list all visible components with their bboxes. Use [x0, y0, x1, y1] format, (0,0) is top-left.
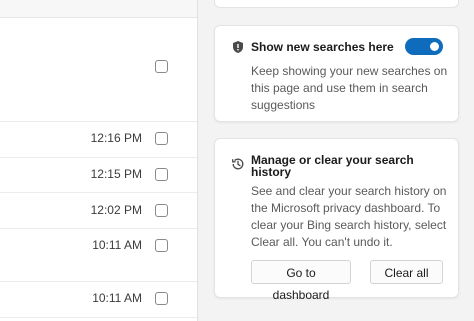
row-time: 10:11 AM — [92, 291, 142, 305]
history-icon — [231, 158, 244, 170]
manage-history-title: Manage or clear your search history — [251, 153, 414, 179]
row-checkbox[interactable] — [155, 239, 168, 252]
toggle-knob — [430, 42, 439, 51]
row-checkbox[interactable] — [155, 132, 168, 145]
history-row[interactable]: 12:16 PM — [0, 121, 197, 158]
row-checkbox[interactable] — [155, 60, 168, 73]
row-checkbox[interactable] — [155, 292, 168, 305]
row-checkbox[interactable] — [155, 168, 168, 181]
row-time: 12:15 PM — [90, 167, 142, 181]
list-header-bar — [0, 0, 197, 18]
show-new-searches-title: Show new searches here — [251, 40, 394, 54]
settings-pane: Show new searches here Keep showing your… — [200, 0, 474, 321]
show-new-searches-description: Keep showing your new searches on this p… — [251, 64, 448, 112]
history-row[interactable] — [0, 18, 197, 122]
history-row[interactable]: 12:15 PM — [0, 157, 197, 193]
show-new-searches-card: Show new searches here Keep showing your… — [214, 25, 459, 122]
go-to-dashboard-button[interactable]: Go to dashboard — [251, 260, 351, 302]
history-row[interactable]: 12:02 PM — [0, 192, 197, 229]
history-row[interactable]: 10:11 AM — [0, 281, 197, 318]
row-time: 12:16 PM — [90, 131, 142, 145]
history-list: 12:16 PM 12:15 PM 12:02 PM 10:11 AM 10:1… — [0, 0, 198, 321]
shield-icon — [233, 41, 243, 53]
row-time: 10:11 AM — [92, 238, 142, 252]
row-checkbox[interactable] — [155, 204, 168, 217]
settings-card-top — [214, 0, 459, 8]
page: 12:16 PM 12:15 PM 12:02 PM 10:11 AM 10:1… — [0, 0, 474, 321]
row-time: 12:02 PM — [90, 203, 142, 217]
manage-history-description: See and clear your search history on the… — [251, 184, 447, 249]
clear-all-button[interactable]: Clear all — [370, 260, 443, 284]
manage-history-card: Manage or clear your search history See … — [214, 138, 459, 302]
history-row[interactable]: 10:11 AM — [0, 228, 197, 282]
show-new-searches-toggle[interactable] — [405, 38, 443, 55]
